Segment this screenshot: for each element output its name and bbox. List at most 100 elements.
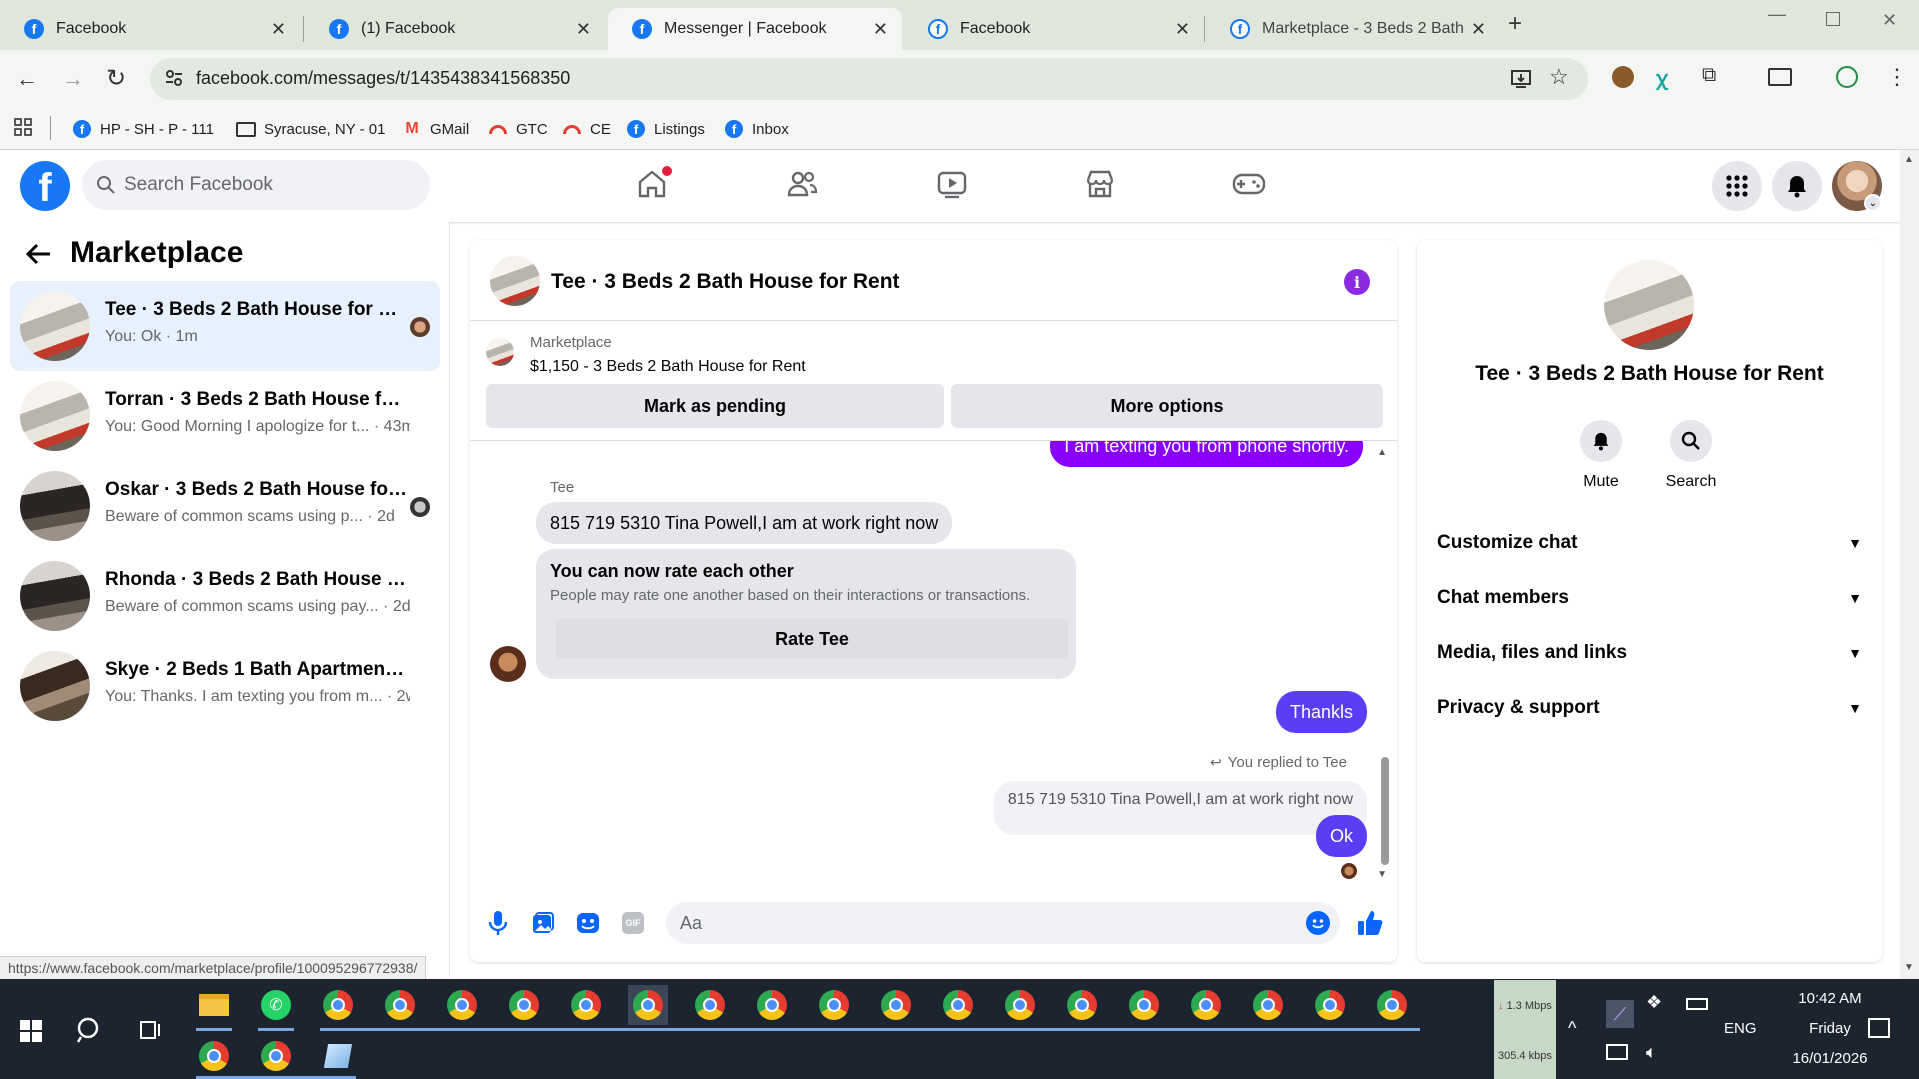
conversation-item[interactable]: Tee · 3 Beds 2 Bath House for Re... You:… <box>10 281 440 371</box>
rate-tee-button[interactable]: Rate Tee <box>556 619 1068 659</box>
bookmark-gtc[interactable]: GTC <box>488 116 548 142</box>
window-close-icon[interactable]: ✕ <box>1882 10 1897 31</box>
volume-icon[interactable]: 🔈︎ <box>1646 1042 1657 1063</box>
chrome-profile-icon[interactable] <box>1186 985 1226 1025</box>
chat-avatar[interactable] <box>490 256 540 306</box>
watch-video-icon[interactable] <box>936 168 968 200</box>
bookmark-inbox[interactable]: f Inbox <box>724 116 789 142</box>
tab-facebook-2[interactable]: f (1) Facebook ✕ <box>305 8 605 50</box>
listing-description[interactable]: $1,150 - 3 Beds 2 Bath House for Rent <box>530 358 806 376</box>
windows-start-icon[interactable] <box>20 1020 42 1042</box>
tab-facebook-1[interactable]: f Facebook ✕ <box>0 8 300 50</box>
message-input[interactable]: Aa <box>666 902 1340 944</box>
tab-facebook-3[interactable]: f Facebook ✕ <box>904 8 1204 50</box>
minimize-icon[interactable]: — <box>1768 4 1786 25</box>
search-in-chat-button[interactable] <box>1670 420 1712 462</box>
back-arrow-icon[interactable] <box>24 240 52 268</box>
chrome-profile-icon[interactable] <box>256 1036 296 1076</box>
conversation-avatar[interactable] <box>1604 260 1694 350</box>
menu-grid-icon[interactable] <box>1712 161 1762 211</box>
chrome-profile-icon[interactable] <box>1000 985 1040 1025</box>
chrome-profile-icon[interactable] <box>1062 985 1102 1025</box>
bookmark-syracuse[interactable]: Syracuse, NY - 01 <box>236 116 385 142</box>
friends-icon[interactable] <box>786 168 818 200</box>
tray-chevron-icon[interactable]: ^ <box>1568 1018 1576 1039</box>
dropbox-icon[interactable]: ❖ <box>1646 992 1662 1013</box>
scroll-up-icon[interactable]: ▲ <box>1377 447 1387 458</box>
bookmark-gmail[interactable]: M GMail <box>402 116 469 142</box>
emoji-icon[interactable] <box>1306 911 1330 935</box>
scroll-up-icon[interactable]: ▲ <box>1904 154 1914 165</box>
chrome-profile-icon[interactable] <box>1372 985 1412 1025</box>
chrome-profile-icon[interactable] <box>566 985 606 1025</box>
tab-messenger[interactable]: f Messenger | Facebook ✕ <box>608 8 902 50</box>
url-text[interactable]: facebook.com/messages/t/1435438341568350 <box>196 68 570 89</box>
site-info-icon[interactable] <box>164 68 184 88</box>
notifications-bell-icon[interactable] <box>1772 161 1822 211</box>
chrome-profile-icon[interactable] <box>814 985 854 1025</box>
forward-icon[interactable]: → <box>62 66 84 92</box>
conversation-item[interactable]: Rhonda · 3 Beds 2 Bath House for ... Bew… <box>10 551 440 641</box>
outgoing-message[interactable]: I am texting you from phone shortly. <box>1050 441 1363 467</box>
restore-icon[interactable] <box>1826 12 1840 26</box>
more-options-button[interactable]: More options <box>951 384 1383 428</box>
photo-icon[interactable] <box>532 912 554 934</box>
chrome-profile-icon[interactable] <box>380 985 420 1025</box>
language-indicator[interactable]: ENG <box>1724 1020 1757 1037</box>
gaming-icon[interactable] <box>1232 168 1266 200</box>
bookmark-hp[interactable]: f HP - SH - P - 111 <box>72 116 214 142</box>
whatsapp-icon[interactable]: ✆ <box>256 985 296 1025</box>
conversation-item[interactable]: Oskar · 3 Beds 2 Bath House for ... Bewa… <box>10 461 440 551</box>
menu-kebab-icon[interactable]: ⋮ <box>1886 64 1908 90</box>
clock-time[interactable]: 10:42 AM <box>1760 990 1900 1007</box>
page-scrollbar[interactable] <box>1900 150 1919 979</box>
chrome-profile-icon[interactable] <box>504 985 544 1025</box>
notification-center-icon[interactable] <box>1868 1018 1890 1038</box>
privacy-support-section[interactable]: Privacy & support ▼ <box>1437 688 1862 728</box>
bookmark-ce[interactable]: CE <box>562 116 611 142</box>
scroll-down-icon[interactable]: ▼ <box>1904 962 1914 973</box>
close-icon[interactable]: ✕ <box>576 19 591 40</box>
chevron-down-icon[interactable]: ⌄ <box>1864 194 1882 212</box>
home-icon[interactable] <box>636 166 672 200</box>
conversation-item[interactable]: Torran · 3 Beds 2 Bath House for R... Yo… <box>10 371 440 461</box>
chrome-profile-icon[interactable] <box>752 985 792 1025</box>
file-explorer-icon[interactable] <box>194 985 234 1025</box>
chrome-profile-icon[interactable] <box>1124 985 1164 1025</box>
scrollbar-thumb[interactable] <box>1381 757 1389 865</box>
gif-icon[interactable]: GIF <box>622 912 644 934</box>
mute-button[interactable] <box>1580 420 1622 462</box>
bookmark-listings[interactable]: f Listings <box>626 116 705 142</box>
outgoing-message[interactable]: Thankls <box>1275 691 1367 733</box>
close-icon[interactable]: ✕ <box>1175 19 1190 40</box>
task-view-icon[interactable] <box>138 1018 162 1042</box>
close-icon[interactable]: ✕ <box>873 19 888 40</box>
chat-members-section[interactable]: Chat members ▼ <box>1437 578 1862 618</box>
search-input[interactable]: Search Facebook <box>82 160 430 210</box>
bookmark-star-icon[interactable]: ☆ <box>1549 64 1569 90</box>
sender-avatar[interactable] <box>490 646 526 682</box>
cookie-extension-icon[interactable] <box>1612 66 1634 88</box>
chrome-profile-icon[interactable] <box>690 985 730 1025</box>
chrome-profile-icon[interactable] <box>442 985 482 1025</box>
chrome-profile-icon[interactable] <box>1248 985 1288 1025</box>
close-icon[interactable]: ✕ <box>271 19 286 40</box>
mark-as-pending-button[interactable]: Mark as pending <box>486 384 944 428</box>
close-icon[interactable]: ✕ <box>1471 19 1486 40</box>
scroll-down-icon[interactable]: ▼ <box>1377 869 1387 880</box>
incoming-message[interactable]: 815 719 5310 Tina Powell,I am at work ri… <box>536 502 953 544</box>
chrome-profile-icon[interactable] <box>194 1036 234 1076</box>
outgoing-message[interactable]: Ok <box>1315 815 1367 857</box>
customize-chat-section[interactable]: Customize chat ▼ <box>1437 523 1862 563</box>
sticker-icon[interactable] <box>576 912 600 934</box>
media-files-links-section[interactable]: Media, files and links ▼ <box>1437 633 1862 673</box>
info-icon[interactable]: i <box>1344 269 1370 295</box>
network-icon[interactable] <box>1606 1044 1628 1060</box>
reload-icon[interactable]: ↻ <box>106 64 126 93</box>
tab-search-icon[interactable] <box>1768 68 1792 86</box>
extensions-puzzle-icon[interactable]: ⧉ <box>1702 64 1716 87</box>
profile-icon[interactable] <box>1836 66 1858 88</box>
facebook-logo-icon[interactable]: f <box>20 161 70 211</box>
feather-app-icon[interactable]: ⟋ <box>1606 1000 1634 1028</box>
quoted-message[interactable]: 815 719 5310 Tina Powell,I am at work ri… <box>993 781 1367 835</box>
